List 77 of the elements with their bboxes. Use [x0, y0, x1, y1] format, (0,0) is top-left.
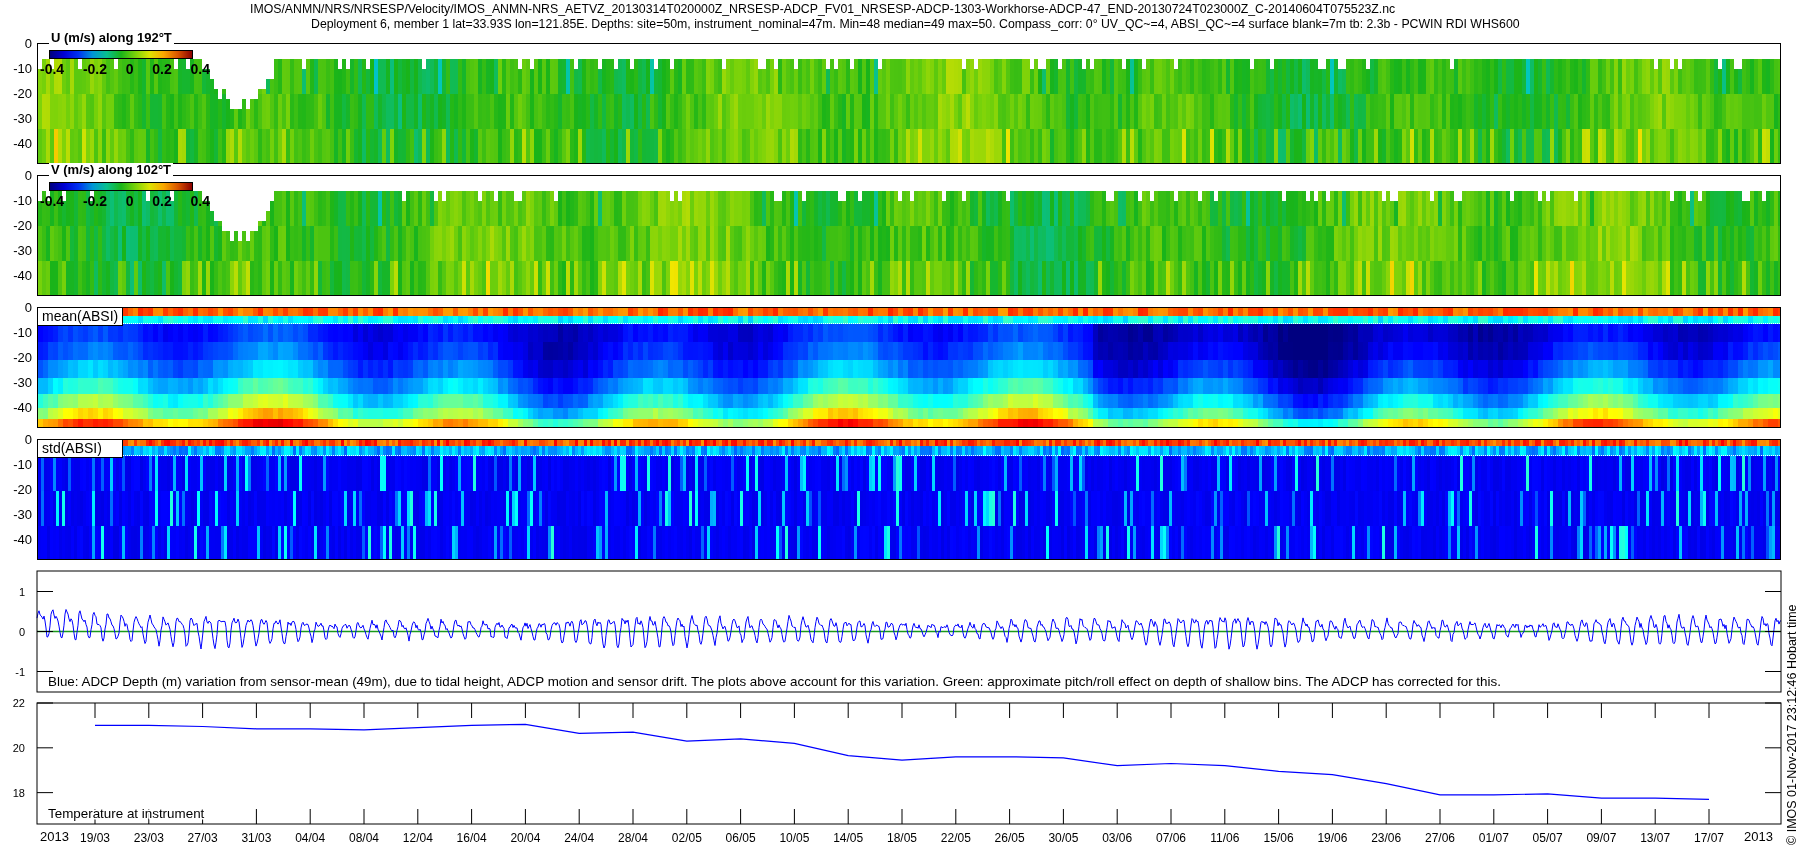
caption: Blue: ADCP Depth (m) variation from sensor-mean (49m), due to tidal height, ADCP motion and sensor drift. The plots above account for this variation. Green: approximate pitch/roll effect on depth of shallow bins. The ADCP has corrected for this. — [48, 674, 1501, 689]
x-tick-label: 01/07 — [1478, 831, 1509, 845]
x-tick-label: 10/05 — [779, 831, 810, 845]
side-note: © IMOS 01-Nov-2017 23:12:46 Hobart time — [1785, 604, 1799, 845]
x-tick-label: 15/06 — [1263, 831, 1294, 845]
y-tick-label: 20 — [12, 741, 25, 754]
colorbar-tick-label: 0 — [125, 61, 134, 77]
panel-title: U (m/s) along 192°T — [49, 31, 174, 44]
x-tick-label: 2013 — [1744, 829, 1773, 844]
colorbar-tick-label: -0.2 — [82, 61, 107, 77]
y-tick-label: 18 — [12, 786, 25, 799]
x-tick-label: 31/03 — [241, 831, 272, 845]
colorbar-tick-label: -0.2 — [82, 193, 107, 209]
x-tick-label: 16/04 — [456, 831, 487, 845]
y-tick-label: -20 — [13, 86, 32, 101]
y-tick-label: -10 — [13, 325, 32, 340]
x-tick-label: 09/07 — [1586, 831, 1617, 845]
x-tick-label: 30/05 — [1048, 831, 1079, 845]
y-tick-label: -10 — [13, 193, 32, 208]
x-tick-label: 08/04 — [349, 831, 379, 845]
x-tick-label: 07/06 — [1156, 831, 1186, 845]
x-tick-label: 2013 — [40, 829, 69, 844]
y-tick-label: 0 — [24, 300, 32, 315]
x-tick-label: 28/04 — [618, 831, 648, 845]
y-tick-label: -10 — [13, 61, 32, 76]
x-tick-label: 27/03 — [187, 831, 218, 845]
y-tick-label: -20 — [13, 350, 32, 365]
panel-label: std(ABSI) — [37, 439, 123, 458]
x-tick-label: 13/07 — [1640, 831, 1671, 845]
y-tick-label: -30 — [13, 243, 32, 258]
x-tick-label: 19/03 — [80, 831, 110, 845]
x-tick-label: 12/04 — [402, 831, 433, 845]
x-tick-label: 22/05 — [940, 831, 971, 845]
x-tick-label: 18/05 — [887, 831, 917, 845]
y-tick-label: -40 — [13, 532, 32, 547]
x-tick-label: 06/05 — [725, 831, 756, 845]
x-tick-label: 04/04 — [295, 831, 326, 845]
y-tick-label: -10 — [13, 457, 32, 472]
x-tick-label: 02/05 — [671, 831, 702, 845]
y-tick-label: -30 — [13, 375, 32, 390]
y-tick-label: 0 — [18, 625, 25, 638]
colorbar-tick-label: -0.4 — [40, 193, 65, 209]
panel-title: V (m/s) along 102°T — [49, 163, 174, 176]
x-tick-label: 23/06 — [1371, 831, 1402, 845]
x-tick-label: 20/04 — [510, 831, 541, 845]
x-tick-label: 19/06 — [1317, 831, 1348, 845]
x-tick-label: 14/05 — [833, 831, 864, 845]
y-tick-label: -20 — [13, 218, 32, 233]
x-tick-label: 11/06 — [1210, 831, 1240, 845]
y-tick-label: -30 — [13, 507, 32, 522]
y-tick-label: 0 — [24, 432, 32, 447]
y-tick-label: 22 — [12, 697, 25, 709]
x-tick-label: 03/06 — [1102, 831, 1133, 845]
panel-label: mean(ABSI) — [37, 307, 123, 326]
figure-title: IMOS/ANMN/NRS/NRSESP/Velocity/IMOS_ANMN-NRS_AETVZ_20130314T020000Z_NRSESP-ADCP_FV01_NRSESP-ADCP-1303-Workhorse-ADCP-47_END-20130724T023000Z_C-20140604T075523Z.nc — [250, 2, 1396, 17]
y-tick-label: -40 — [13, 136, 32, 151]
x-tick-label: 23/03 — [133, 831, 164, 845]
x-tick-label: 24/04 — [564, 831, 595, 845]
x-tick-label: 27/06 — [1425, 831, 1455, 845]
y-tick-label: 0 — [24, 36, 32, 51]
y-tick-label: -40 — [13, 400, 32, 415]
colorbar-tick-label: 0.2 — [152, 193, 172, 209]
y-tick-label: -30 — [13, 111, 32, 126]
x-tick-label: 26/05 — [994, 831, 1025, 845]
y-tick-label: 0 — [24, 168, 32, 183]
x-tick-label: 05/07 — [1532, 831, 1563, 845]
y-tick-label: -1 — [15, 665, 25, 678]
y-tick-label: -40 — [13, 268, 32, 283]
y-tick-label: 1 — [18, 585, 25, 598]
colorbar-tick-label: 0.4 — [190, 193, 210, 209]
y-tick-label: -20 — [13, 482, 32, 497]
x-tick-label: 17/07 — [1694, 831, 1724, 845]
colorbar-tick-label: 0.2 — [152, 61, 172, 77]
colorbar-tick-label: -0.4 — [40, 61, 65, 77]
figure-subtitle: Deployment 6, member 1 lat=33.93S lon=121.85E. Depths: site=50m, instrument_nominal=47m. Min=48 median=49 max=50. Compass_corr: 0° UV_QC~=4, ABSI_QC~=4 surface blank=7m tb: 2.3b - PCWIN RDI WHS600 — [311, 16, 1520, 31]
colorbar-tick-label: 0 — [125, 193, 134, 209]
colorbar-tick-label: 0.4 — [190, 61, 210, 77]
